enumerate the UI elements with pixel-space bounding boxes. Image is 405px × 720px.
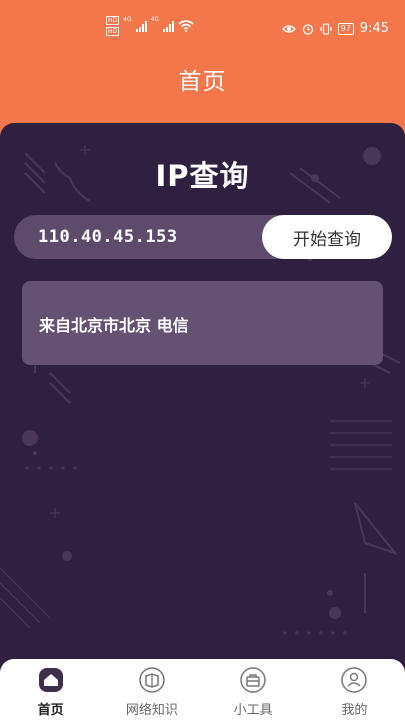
toolbox-icon: [240, 667, 266, 693]
bottom-nav: 首页 网络知识 小工具 我的: [0, 659, 405, 720]
signal-icon-2: [163, 20, 175, 32]
home-icon: [38, 668, 63, 692]
nav-label-profile: 我的: [341, 703, 368, 718]
user-icon: [341, 667, 368, 693]
page-title: 首页: [178, 69, 227, 95]
book-icon: [139, 667, 165, 693]
network-type-1: 4G: [123, 16, 132, 23]
hd-badge-1: HD: [106, 16, 120, 25]
result-card: 来自北京市北京 电信: [22, 281, 383, 365]
hd-badges: HD HD: [106, 16, 120, 36]
status-left-group: HD HD 4G 4G: [106, 16, 194, 36]
ip-query-heading: IP查询: [155, 159, 250, 193]
battery-indicator: 97: [337, 22, 354, 35]
nav-label-network-knowledge: 网络知识: [125, 703, 178, 718]
nav-item-tools[interactable]: 小工具: [203, 659, 304, 720]
wifi-icon: [178, 20, 194, 32]
decorative-background: [0, 145, 401, 635]
signal-icon: [135, 20, 147, 32]
nav-item-home[interactable]: 首页: [0, 659, 101, 720]
status-right-group: 97 9:45: [281, 21, 389, 36]
hd-badge-2: HD: [106, 27, 120, 36]
start-query-button[interactable]: 开始查询: [262, 215, 392, 259]
ip-search-row: 开始查询: [14, 215, 392, 259]
nav-item-network-knowledge[interactable]: 网络知识: [101, 659, 202, 720]
result-text: 来自北京市北京 电信: [39, 316, 189, 335]
status-time: 9:45: [359, 21, 389, 36]
vibrate-icon: [320, 22, 332, 35]
nav-label-tools: 小工具: [233, 703, 273, 718]
eye-icon: [281, 24, 296, 33]
nav-label-home: 首页: [37, 703, 64, 718]
network-type-2: 4G: [150, 16, 160, 23]
nav-item-profile[interactable]: 我的: [304, 659, 405, 720]
ip-address-input[interactable]: [14, 215, 284, 259]
status-bar: HD HD 4G 4G 97 9:45: [0, 0, 405, 60]
alarm-icon: [302, 23, 313, 35]
main-panel: IP查询 开始查询 来自北京市北京 电信: [0, 123, 405, 663]
